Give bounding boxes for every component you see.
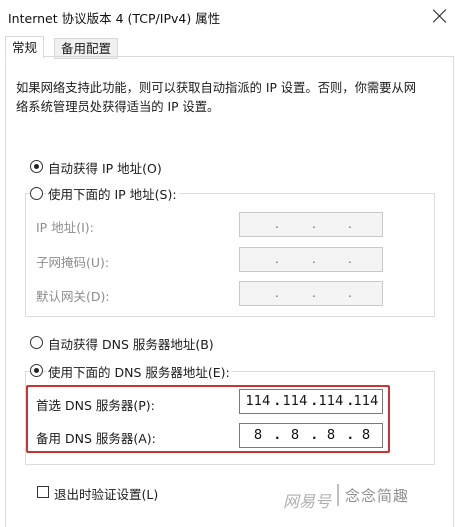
auto-dns-label: 自动获得 DNS 服务器地址(B) [48, 337, 214, 352]
watermark-brand: 网易号 [283, 492, 332, 511]
preferred-dns-field[interactable]: 114 . 114 . 114 . 114 [239, 389, 383, 414]
alternate-dns-label: 备用 DNS 服务器(A): [36, 431, 156, 446]
validate-on-exit-label: 退出时验证设置(L) [54, 487, 159, 502]
validate-on-exit-checkbox[interactable] [37, 486, 49, 498]
description-line-1: 如果网络支持此功能，则可以获取自动指派的 IP 设置。否则，你需要从网 [16, 81, 417, 95]
close-icon[interactable] [430, 6, 450, 26]
manual-dns-radio[interactable] [30, 364, 43, 377]
default-gateway-field[interactable]: ... [239, 281, 383, 306]
window-title: Internet 协议版本 4 (TCP/IPv4) 属性 [8, 11, 221, 26]
manual-ip-label: 使用下面的 IP 地址(S): [46, 184, 179, 203]
dns-group-box [25, 371, 435, 465]
manual-ip-radio[interactable] [30, 187, 43, 200]
ip-address-field[interactable]: ... [239, 212, 383, 237]
preferred-dns-label: 首选 DNS 服务器(P): [36, 398, 155, 413]
watermark-account: 念念简趣 [345, 487, 410, 505]
alternate-dns-field[interactable]: 8 . 8 . 8 . 8 [239, 423, 383, 448]
subnet-mask-field[interactable]: ... [239, 247, 383, 272]
watermark-divider [337, 484, 339, 506]
manual-dns-label: 使用下面的 DNS 服务器地址(E): [46, 362, 232, 381]
tab-general[interactable]: 常规 [5, 36, 45, 59]
subnet-mask-label: 子网掩码(U): [36, 255, 110, 270]
auto-dns-radio[interactable] [30, 336, 43, 349]
auto-ip-radio[interactable] [30, 160, 43, 173]
ip-address-label: IP 地址(I): [36, 220, 94, 235]
auto-ip-label: 自动获得 IP 地址(O) [48, 161, 162, 176]
default-gateway-label: 默认网关(D): [36, 289, 110, 304]
description-line-2: 络系统管理员处获得适当的 IP 设置。 [16, 100, 220, 114]
